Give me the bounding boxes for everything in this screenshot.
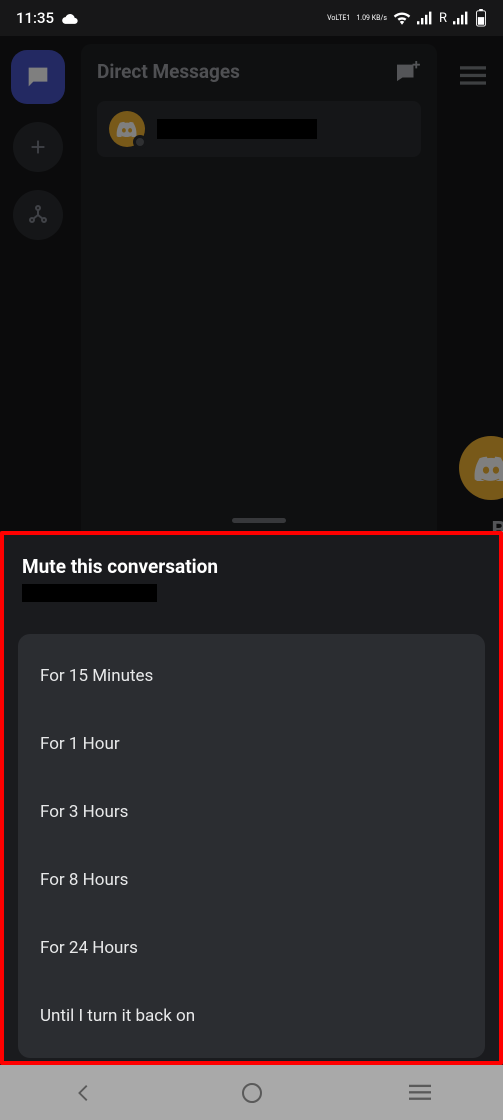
wifi-icon (393, 11, 411, 25)
mute-options-list: For 15 Minutes For 1 Hour For 3 Hours Fo… (18, 634, 485, 1058)
back-button[interactable] (73, 1082, 95, 1104)
recents-button[interactable] (409, 1084, 431, 1102)
dm-home-button[interactable] (11, 50, 65, 104)
battery-icon (475, 9, 487, 27)
mute-option-1hour[interactable]: For 1 Hour (18, 710, 485, 778)
new-message-icon[interactable] (395, 61, 421, 83)
network-icon (26, 203, 50, 227)
chat-bubble-icon (24, 63, 52, 91)
status-clock: 11:35 (16, 9, 54, 27)
mute-option-24hours[interactable]: For 24 Hours (18, 914, 485, 982)
mute-option-15min[interactable]: For 15 Minutes (18, 642, 485, 710)
drag-handle[interactable] (232, 518, 286, 523)
android-nav-bar (0, 1065, 503, 1120)
avatar (109, 111, 145, 147)
discord-logo-icon (116, 121, 138, 137)
add-server-button[interactable] (13, 122, 63, 172)
signal-icon (417, 11, 433, 25)
sheet-title: Mute this conversation (22, 555, 481, 578)
menu-icon[interactable] (460, 66, 486, 86)
status-indicator (133, 135, 147, 149)
plus-icon (27, 136, 49, 158)
dm-panel-title: Direct Messages (97, 60, 240, 83)
status-bar: 11:35 VoLTE1 1.09 KB/s R (0, 0, 503, 36)
network-speed: 1.09 KB/s (356, 15, 387, 22)
mute-option-8hours[interactable]: For 8 Hours (18, 846, 485, 914)
signal-icon-2 (453, 11, 469, 25)
dm-username-redacted (157, 119, 317, 139)
discord-logo-icon (474, 455, 503, 481)
dm-panel: Direct Messages (81, 44, 437, 531)
discover-button[interactable] (13, 190, 63, 240)
roaming-indicator: R (439, 11, 447, 26)
mute-option-3hours[interactable]: For 3 Hours (18, 778, 485, 846)
cloud-icon (62, 13, 78, 24)
mute-bottom-sheet: Mute this conversation For 15 Minutes Fo… (0, 531, 503, 1065)
mute-option-indefinite[interactable]: Until I turn it back on (18, 982, 485, 1050)
dm-list-item[interactable] (97, 101, 421, 157)
home-button[interactable] (240, 1081, 264, 1105)
sheet-subtitle-redacted (22, 584, 157, 602)
volte-indicator: VoLTE1 (327, 15, 350, 22)
server-rail (0, 36, 75, 531)
